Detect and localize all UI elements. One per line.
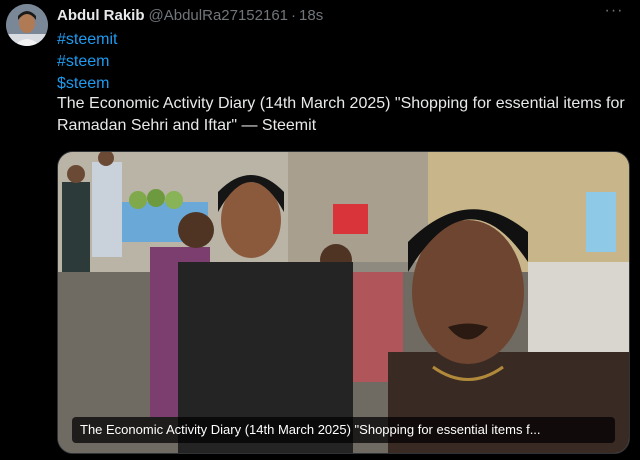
- media-card[interactable]: The Economic Activity Diary (14th March …: [57, 151, 630, 454]
- hashtag-link[interactable]: #steemit: [57, 29, 117, 51]
- tweet-text: The Economic Activity Diary (14th March …: [57, 95, 625, 134]
- selfie-photo: [58, 152, 629, 453]
- tweet: Abdul Rakib @AbdulRa27152161 · 18s ··· #ste…: [0, 0, 640, 460]
- avatar-photo: [6, 4, 48, 46]
- author-handle[interactable]: @AbdulRa27152161: [149, 7, 289, 24]
- hashtag-list: #steemit #steem $steem: [57, 29, 117, 95]
- timestamp[interactable]: 18s: [299, 7, 323, 24]
- tweet-header: Abdul Rakib @AbdulRa27152161 · 18s: [57, 6, 600, 26]
- cashtag-link[interactable]: $steem: [57, 73, 117, 95]
- separator: ·: [291, 7, 297, 24]
- hashtag-link[interactable]: #steem: [57, 51, 117, 73]
- author-name[interactable]: Abdul Rakib: [57, 7, 145, 24]
- avatar[interactable]: [6, 4, 48, 46]
- media-caption: The Economic Activity Diary (14th March …: [72, 417, 615, 443]
- more-options-icon[interactable]: ···: [602, 3, 626, 24]
